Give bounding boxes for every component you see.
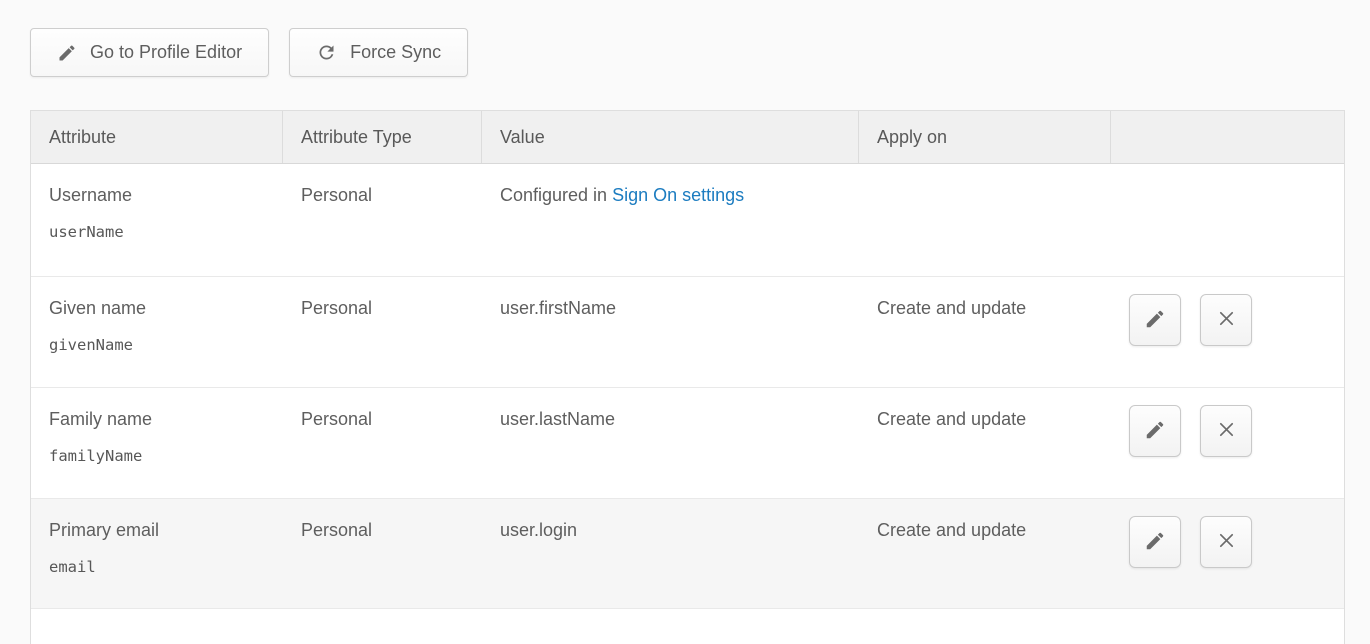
delete-attribute-button[interactable] — [1200, 516, 1252, 568]
value-cell: user.firstName — [482, 277, 859, 387]
attribute-label: Family name — [49, 409, 265, 430]
value-cell: user.lastName — [482, 388, 859, 498]
edit-attribute-button[interactable] — [1129, 294, 1181, 346]
attribute-type-cell: Personal — [283, 388, 482, 498]
go-to-profile-editor-button[interactable]: Go to Profile Editor — [30, 28, 269, 77]
attribute-variable: email — [49, 558, 265, 576]
attribute-label: Username — [49, 185, 265, 206]
attribute-cell: Family name familyName — [31, 388, 283, 498]
attribute-label: Primary email — [49, 520, 265, 541]
force-sync-label: Force Sync — [350, 42, 441, 63]
apply-on-cell: Create and update — [859, 388, 1111, 498]
value-cell: Configured in Sign On settings — [482, 164, 859, 276]
attribute-variable: givenName — [49, 336, 265, 354]
apply-on-cell — [859, 164, 1111, 276]
actions-cell — [1111, 388, 1344, 498]
attribute-type-cell: Personal — [283, 164, 482, 276]
actions-cell — [1111, 499, 1344, 608]
delete-attribute-button[interactable] — [1200, 294, 1252, 346]
apply-on-cell: Create and update — [859, 277, 1111, 387]
toolbar: Go to Profile Editor Force Sync — [30, 28, 1345, 77]
attribute-cell: Given name givenName — [31, 277, 283, 387]
go-to-profile-editor-label: Go to Profile Editor — [90, 42, 242, 63]
table-row-given-name: Given name givenName Personal user.first… — [31, 276, 1344, 387]
attribute-cell: Primary email email — [31, 499, 283, 608]
pencil-icon — [57, 43, 77, 63]
attribute-mappings-table: Attribute Attribute Type Value Apply on … — [30, 110, 1345, 644]
edit-attribute-button[interactable] — [1129, 405, 1181, 457]
pencil-icon — [1144, 419, 1166, 444]
table-row-username: Username userName Personal Configured in… — [31, 164, 1344, 276]
x-icon — [1216, 308, 1237, 332]
column-header-attribute-type: Attribute Type — [283, 111, 482, 163]
value-prefix: Configured in — [500, 185, 612, 205]
value-cell: user.login — [482, 499, 859, 608]
x-icon — [1216, 419, 1237, 443]
edit-attribute-button[interactable] — [1129, 516, 1181, 568]
column-header-apply-on: Apply on — [859, 111, 1111, 163]
table-row-partial — [31, 608, 1344, 644]
table-row-primary-email: Primary email email Personal user.login … — [31, 498, 1344, 608]
attribute-mappings-page: Go to Profile Editor Force Sync Attribut… — [0, 0, 1370, 644]
table-row-family-name: Family name familyName Personal user.las… — [31, 387, 1344, 498]
sign-on-settings-link[interactable]: Sign On settings — [612, 185, 744, 205]
attribute-variable: familyName — [49, 447, 265, 465]
column-header-attribute: Attribute — [31, 111, 283, 163]
attribute-cell: Username userName — [31, 164, 283, 276]
refresh-icon — [316, 42, 337, 63]
actions-cell — [1111, 277, 1344, 387]
column-header-actions — [1111, 111, 1344, 163]
actions-cell — [1111, 164, 1344, 276]
column-header-value: Value — [482, 111, 859, 163]
pencil-icon — [1144, 308, 1166, 333]
attribute-variable: userName — [49, 223, 265, 241]
apply-on-cell: Create and update — [859, 499, 1111, 608]
delete-attribute-button[interactable] — [1200, 405, 1252, 457]
attribute-label: Given name — [49, 298, 265, 319]
force-sync-button[interactable]: Force Sync — [289, 28, 468, 77]
table-header: Attribute Attribute Type Value Apply on — [31, 111, 1344, 164]
attribute-type-cell: Personal — [283, 277, 482, 387]
pencil-icon — [1144, 530, 1166, 555]
x-icon — [1216, 530, 1237, 554]
attribute-type-cell: Personal — [283, 499, 482, 608]
